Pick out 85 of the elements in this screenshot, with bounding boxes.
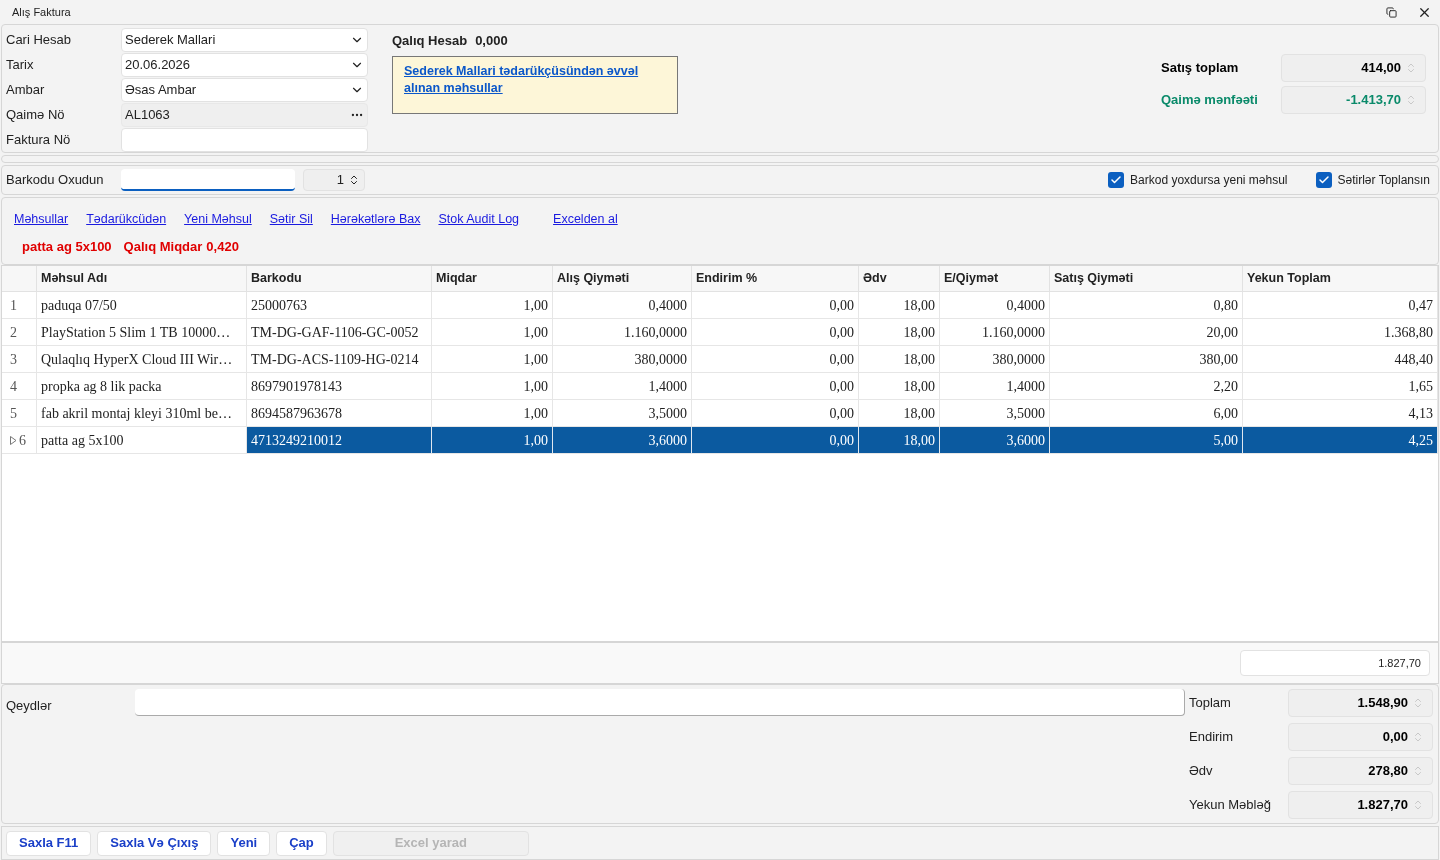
checkbox[interactable] xyxy=(1108,172,1125,188)
toolbar-link[interactable]: Hərəkətlərə Bax xyxy=(330,210,421,229)
barcode-label: Barkodu Oxudun xyxy=(6,171,105,190)
column-header[interactable]: E/Qiymət xyxy=(940,266,1050,291)
checkbox[interactable] xyxy=(1315,172,1332,188)
field-label: Qaimə Nö xyxy=(6,106,66,125)
product-name: patta ag 5x100 xyxy=(22,237,112,256)
stock-value: 0,420 xyxy=(206,237,239,256)
toolbar-link[interactable]: Sətir Sil xyxy=(269,210,313,229)
total-label: Endirim xyxy=(1189,728,1235,747)
table-cell: 5,00 xyxy=(1050,427,1243,453)
checkbox-label: Sətirlər Toplansın xyxy=(1337,172,1430,189)
total-label: Yekun Məbləğ xyxy=(1189,796,1272,815)
action-button[interactable]: Saxla Və Çıxış xyxy=(97,830,212,856)
table-cell: 18,00 xyxy=(859,427,940,453)
toolbar-link[interactable]: Excelden al xyxy=(553,210,618,229)
number-field[interactable]: 414,00 xyxy=(1281,54,1426,82)
table-cell: 4713249210012 xyxy=(247,427,432,453)
row-number: 6 xyxy=(19,431,26,450)
column-header[interactable]: Miqdar xyxy=(432,266,553,291)
column-header[interactable]: Barkodu xyxy=(247,266,432,291)
row-number: 3 xyxy=(10,350,17,369)
total-label: Toplam xyxy=(1189,694,1232,713)
column-header[interactable]: Məhsul Adı xyxy=(37,266,247,291)
toolbar-link[interactable]: Yeni Məhsul xyxy=(184,210,252,229)
balance-label: Qalıq Hesab xyxy=(392,32,468,50)
column-header[interactable]: Ədv xyxy=(859,266,940,291)
table-row[interactable]: 1 paduqa 07/50 25000763 1,00 0,4000 0,00 18,00 0,4000 0,80 0,47 xyxy=(2,292,1438,319)
text-field[interactable]: AL1063 xyxy=(121,103,368,127)
text-field[interactable] xyxy=(121,128,368,152)
grand-total-field: 1.827,70 xyxy=(1240,650,1430,676)
checkbox-label: Barkod yoxdursa yeni məhsul xyxy=(1130,172,1288,189)
column-header[interactable]: Endirim % xyxy=(692,266,859,291)
table-cell: 3,6000 xyxy=(940,427,1050,453)
table-row[interactable]: 6 patta ag 5x100 4713249210012 1,00 3,6000 0,00 18,00 3,6000 5,00 4,25 xyxy=(2,427,1438,454)
row-number: 4 xyxy=(10,377,17,396)
number-field[interactable]: 1.827,70 xyxy=(1288,791,1433,819)
notes-label: Qeydlər xyxy=(5,697,53,715)
field-label: Ambar xyxy=(6,81,46,100)
table-cell: 1,00 xyxy=(432,427,553,453)
total-label: Ədv xyxy=(1189,762,1214,781)
row-number: 2 xyxy=(10,323,17,342)
check-icon xyxy=(1317,174,1330,186)
restore-icon[interactable] xyxy=(1386,6,1397,18)
barcode-field[interactable] xyxy=(121,169,295,191)
toolbar-link[interactable]: Tədarükcüdən xyxy=(86,210,167,229)
table-cell: patta ag 5x100 xyxy=(37,427,247,453)
row-number: 1 xyxy=(10,296,17,315)
toolbar-link[interactable]: Stok Audit Log xyxy=(438,210,520,229)
dropdown-field[interactable]: Əsas Ambar xyxy=(121,78,368,102)
number-field[interactable]: -1.413,70 xyxy=(1281,86,1426,114)
stock-label: Qalıq Miqdar xyxy=(123,237,203,256)
dropdown-field[interactable]: 20.06.2026 xyxy=(121,53,368,77)
action-button[interactable]: Saxla F11 xyxy=(6,830,92,856)
check-icon xyxy=(1110,174,1123,186)
dropdown-field[interactable]: Sederek Mallari xyxy=(121,28,368,52)
field-label: Tarix xyxy=(6,56,35,75)
spin-icon[interactable] xyxy=(348,173,360,187)
number-field[interactable]: 1.548,90 xyxy=(1288,689,1433,717)
table-row[interactable]: 5 fab akril montaj kleyi 310ml be… 8694587963678 1,00 3,5000 0,00 18,00 3,5000 6,00 4,13 xyxy=(2,400,1438,427)
field-label: Cari Hesab xyxy=(6,31,73,50)
balance-value: 0,000 xyxy=(475,32,508,50)
summary-label: Satış toplam xyxy=(1161,59,1240,78)
field-label: Faktura Nö xyxy=(6,131,72,150)
table-cell: 4,25 xyxy=(1243,427,1438,453)
row-pointer-icon xyxy=(10,435,17,445)
row-number: 5 xyxy=(10,404,17,423)
number-field[interactable]: 278,80 xyxy=(1288,757,1433,785)
column-header[interactable]: Yekun Toplam xyxy=(1243,266,1438,291)
number-field[interactable]: 0,00 xyxy=(1288,723,1433,751)
window-title: Alış Faktura xyxy=(12,4,71,20)
table-row[interactable]: 3 Qulaqlıq HyperX Cloud III Wir… TM-DG-ACS-1109-HG-0214 1,00 380,0000 0,00 18,00 380,0000 380,00 448,40 xyxy=(2,346,1438,373)
table-row[interactable]: 4 propka ag 8 lik packa 8697901978143 1,00 1,4000 0,00 18,00 1,4000 2,20 1,65 xyxy=(2,373,1438,400)
column-header[interactable]: Satış Qiyməti xyxy=(1050,266,1243,291)
table-cell: 0,00 xyxy=(692,427,859,453)
column-header[interactable]: Alış Qiyməti xyxy=(553,266,692,291)
action-button[interactable]: Çap xyxy=(276,830,327,856)
notes-field[interactable] xyxy=(135,689,1185,716)
table-row[interactable]: 2 PlayStation 5 Slim 1 TB 10000… TM-DG-GAF-1106-GC-0052 1,00 1.160,0000 0,00 18,00 1.160,0000 20,00 1.368,80 xyxy=(2,319,1438,346)
quantity-field[interactable]: 1 xyxy=(303,169,365,191)
summary-label: Qaimə mənfəəti xyxy=(1161,91,1259,110)
action-button[interactable]: Yeni xyxy=(217,830,271,856)
supplier-products-link[interactable]: Sederek Mallari tədarükçüsündən əvvəl alınan məhsullar xyxy=(404,62,666,97)
toolbar-link[interactable]: Məhsullar xyxy=(14,210,69,229)
table-cell: 3,6000 xyxy=(553,427,692,453)
